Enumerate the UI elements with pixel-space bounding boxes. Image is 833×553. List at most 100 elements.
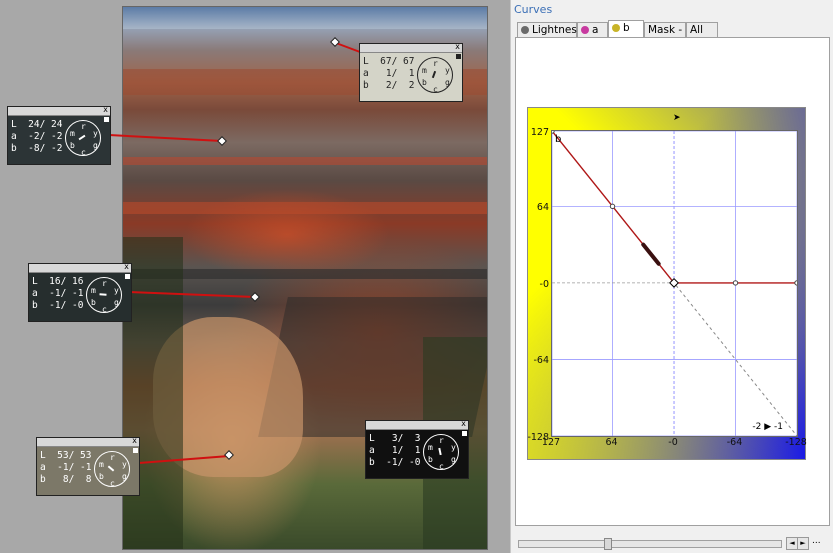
sampler-titlebar[interactable]: x	[8, 105, 110, 116]
wheel-needle	[107, 465, 115, 472]
wheel-letter-m: m	[91, 286, 96, 295]
y-tick-label: -0	[539, 278, 549, 290]
tab-a[interactable]: a	[577, 22, 608, 37]
y-tick-label: -64	[533, 355, 549, 367]
sampler-titlebar[interactable]: x	[29, 262, 131, 273]
b-channel-icon	[612, 24, 620, 32]
color-sampler-3[interactable]: xL 16/ 16 a -1/ -1 b -1/ -0 m r y g c b	[28, 262, 132, 322]
wheel-letter-y: y	[122, 460, 127, 469]
zoom-slider-track[interactable]	[518, 540, 782, 548]
close-icon[interactable]: x	[461, 419, 466, 429]
pin-icon[interactable]	[104, 117, 109, 122]
wheel-letter-m: m	[422, 66, 427, 75]
close-icon[interactable]: x	[103, 105, 108, 115]
pin-icon[interactable]	[125, 274, 130, 279]
pin-icon[interactable]	[462, 431, 467, 436]
tab-label: b	[623, 22, 630, 34]
x-tick-label: -64	[726, 437, 743, 448]
sampler-value-b: b -8/ -2	[11, 143, 63, 154]
wheel-letter-g: g	[93, 141, 98, 150]
sampler-value-b: b -1/ -0	[369, 457, 421, 468]
tab-lightness[interactable]: Lightness	[517, 22, 582, 37]
color-wheel-icon: mrygcb	[417, 57, 453, 94]
sampler-value-a: a -1/ -1	[40, 462, 92, 473]
sampler-titlebar[interactable]: x	[37, 436, 139, 447]
a-channel-icon	[581, 26, 589, 34]
neutral-arrow-icon[interactable]: ➤	[673, 113, 681, 123]
pin-icon[interactable]	[133, 448, 138, 453]
zoom-slider-thumb[interactable]	[604, 538, 612, 550]
wheel-needle	[99, 293, 107, 296]
wheel-letter-b: b	[422, 78, 427, 87]
color-wheel-icon: mrygcb	[65, 120, 101, 157]
x-axis-labels: 127 64 -0 -64 -128	[542, 437, 807, 451]
wheel-letter-g: g	[451, 455, 456, 464]
channel-letter: b	[555, 134, 562, 145]
scroll-right-button[interactable]: ►	[797, 537, 809, 550]
lightness-icon	[521, 26, 529, 34]
wheel-letter-y: y	[451, 443, 456, 452]
wheel-letter-y: y	[93, 129, 98, 138]
color-sampler-5[interactable]: xL 3/ 3a 1/ 1b -1/ -0 m r y g c b	[365, 419, 469, 479]
wheel-letter-m: m	[70, 129, 75, 138]
sampled-range-marker	[641, 242, 661, 266]
tab-mask-l[interactable]: Mask - L	[644, 22, 691, 37]
sampler-value-l: L 3/ 3	[369, 433, 421, 444]
curve-point	[732, 280, 739, 286]
wheel-letter-r: r	[81, 122, 86, 131]
sampler-value-b: b 8/ 8	[40, 474, 92, 485]
y-tick-label: 127	[530, 127, 549, 138]
wheel-letter-b: b	[99, 472, 104, 481]
close-icon[interactable]: x	[124, 262, 129, 272]
color-sampler-2[interactable]: xL 24/ 24 a -2/ -2 b -8/ -2 m r y g c b	[7, 105, 111, 165]
close-icon[interactable]: x	[132, 436, 137, 446]
wheel-letter-b: b	[91, 298, 96, 307]
tab-label: a	[592, 24, 599, 36]
sampler-marker-4	[224, 450, 234, 460]
tab-all[interactable]: All	[686, 22, 718, 37]
sampler-marker-3	[250, 292, 260, 302]
tab-b[interactable]: b	[608, 20, 644, 38]
wheel-letter-y: y	[445, 66, 450, 75]
pin-icon[interactable]	[456, 54, 461, 59]
wheel-letter-r: r	[102, 279, 107, 288]
sampler-value-l: L 67/ 67	[363, 56, 415, 67]
sampler-value-b: b -1/ -0	[32, 300, 84, 311]
wheel-letter-b: b	[428, 455, 433, 464]
sampler-titlebar[interactable]: x	[360, 42, 462, 53]
wheel-letter-c: c	[110, 479, 115, 488]
sampler-line-1	[335, 42, 361, 53]
wheel-needle	[431, 70, 437, 79]
wheel-letter-b: b	[70, 141, 75, 150]
tab-label: Lightness	[532, 24, 583, 36]
color-sampler-1[interactable]: x L 67/ 67 a 1/ 1b 2/ 2mrygcb	[359, 42, 463, 102]
wheel-needle	[438, 447, 442, 456]
sampler-line-4	[138, 455, 230, 464]
wheel-letter-r: r	[439, 436, 444, 445]
sampler-value-a: a 1/ 1	[369, 445, 421, 456]
sampler-titlebar[interactable]: x	[366, 419, 468, 430]
wheel-letter-y: y	[114, 286, 119, 295]
x-tick-label: 127	[541, 437, 561, 448]
wheel-letter-m: m	[99, 460, 104, 469]
tab-label: Mask - L	[648, 24, 692, 36]
curve-point	[609, 203, 616, 210]
close-icon[interactable]: x	[455, 42, 460, 52]
mode-label: -2 ▶ -1	[752, 422, 783, 432]
more-menu-button[interactable]: ...	[812, 536, 821, 546]
color-sampler-4[interactable]: xL 53/ 53 a -1/ -1 b 8/ 8mrygcb	[36, 436, 140, 496]
sampler-marker-2	[217, 136, 227, 146]
tab-label: All	[690, 24, 704, 36]
wheel-letter-c: c	[439, 462, 444, 471]
sampler-value-a: a 1/ 1	[363, 68, 415, 79]
x-tick-label: -0	[668, 437, 678, 448]
wheel-letter-r: r	[110, 453, 115, 462]
curve-line	[552, 131, 797, 284]
sampler-value-b: b 2/ 2	[363, 80, 415, 91]
curve-plot[interactable]: b -2 ▶ -1	[551, 130, 798, 437]
sampler-value-a: a -1/ -1	[32, 288, 84, 299]
wheel-letter-g: g	[122, 472, 127, 481]
color-wheel-icon: mrygcb	[94, 451, 130, 488]
wheel-letter-g: g	[114, 298, 119, 307]
curve-canvas[interactable]	[552, 131, 797, 436]
